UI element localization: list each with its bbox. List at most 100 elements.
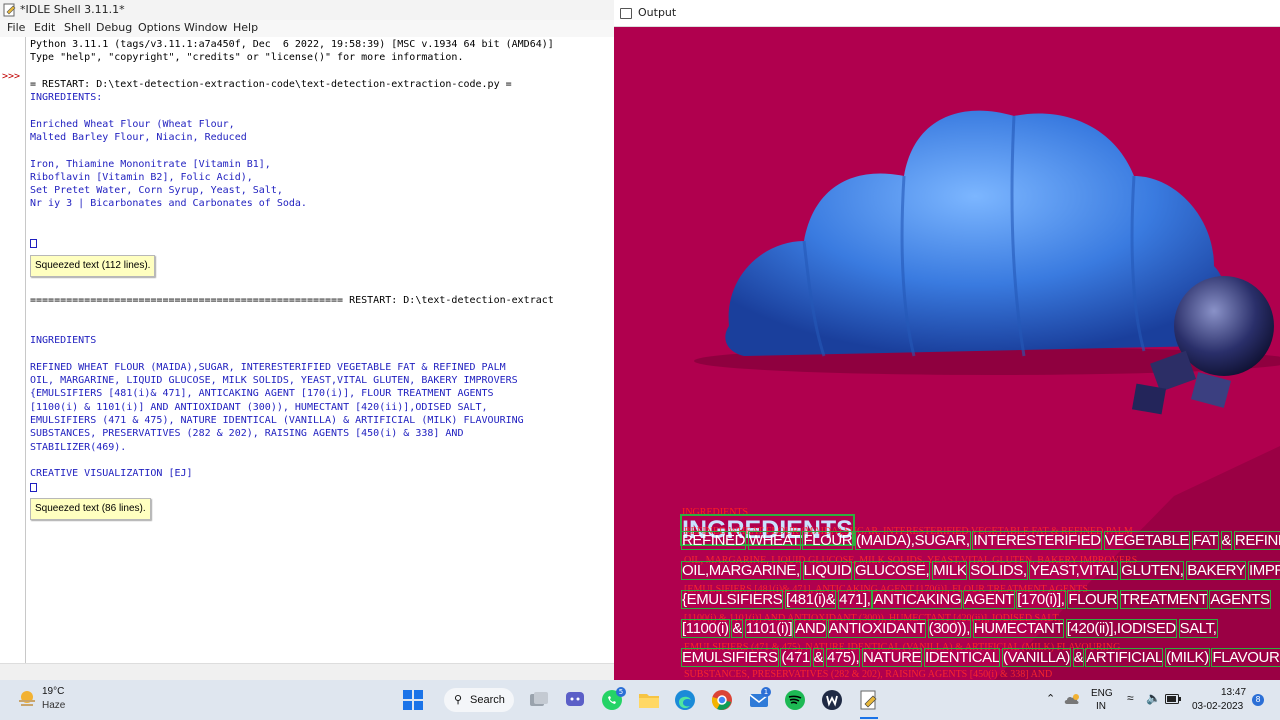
- clock-time[interactable]: 13:47: [1221, 687, 1246, 698]
- shell-output-line: REFINED WHEAT FLOUR (MAIDA),SUGAR, INTER…: [30, 362, 506, 373]
- menu-edit[interactable]: Edit: [34, 21, 55, 34]
- detected-word-box: IDENTICAL: [923, 648, 1001, 667]
- shell-output-line: INGREDIENTS: [30, 335, 97, 346]
- detected-word-box: FLOUR: [1067, 590, 1119, 609]
- detected-word-box: (300)),: [927, 619, 972, 638]
- detected-word-box: 471],: [838, 590, 872, 609]
- detected-word-box: FLOUR: [802, 531, 854, 550]
- output-window: Output INGREDIENTS INGREDIENTS REFINED W…: [614, 0, 1280, 680]
- weather-description[interactable]: Haze: [42, 700, 65, 711]
- clock-date[interactable]: 03-02-2023: [1192, 701, 1243, 712]
- output-window-title: Output: [638, 6, 677, 19]
- shell-line: ========================================…: [30, 295, 554, 306]
- weather-haze-icon[interactable]: [16, 688, 38, 710]
- shell-line: Type "help", "copyright", "credits" or "…: [30, 52, 464, 63]
- onedrive-icon[interactable]: [1064, 693, 1080, 707]
- detected-word-box: ARTIFICIAL: [1085, 648, 1164, 667]
- chat-icon[interactable]: [563, 688, 587, 712]
- windows-start-icon[interactable]: [401, 688, 425, 712]
- shell-output-line: Riboflavin [Vitamin B2], Folic Acid),: [30, 172, 253, 183]
- detected-word-box: MILK: [932, 561, 968, 580]
- language-region[interactable]: IN: [1096, 701, 1106, 712]
- ingredient-line: [1100(i) & 1101(i)] AND ANTIOXIDANT (300…: [681, 619, 1218, 638]
- ingredient-line: EMULSIFIERS (471 & 475), NATURE IDENTICA…: [681, 648, 1280, 667]
- search-label: Search: [470, 694, 505, 706]
- detected-word-box: INTERESTERIFIED: [972, 531, 1102, 550]
- detected-word-box: GLUCOSE,: [853, 561, 931, 580]
- edge-icon[interactable]: [673, 688, 697, 712]
- menu-shell[interactable]: Shell: [64, 21, 91, 34]
- shell-cursor-marker: [30, 239, 37, 248]
- squeezed-text-button[interactable]: Squeezed text (112 lines).: [30, 255, 156, 277]
- detected-word-box: LIQUID: [802, 561, 853, 580]
- ghost-line: SUBSTANCES, PRESERVATIVES (282 & 202), R…: [684, 669, 1053, 680]
- chevron-up-icon[interactable]: ⌃: [1046, 692, 1055, 705]
- battery-icon[interactable]: [1165, 694, 1181, 704]
- menu-window[interactable]: Window: [184, 21, 227, 34]
- detected-word-box: YEAST,VITAL: [1029, 561, 1119, 580]
- shell-output-line: Malted Barley Flour, Niacin, Reduced: [30, 132, 247, 143]
- detected-word-box: &: [731, 619, 743, 638]
- menu-file[interactable]: File: [7, 21, 25, 34]
- menu-options[interactable]: Options: [138, 21, 180, 34]
- task-view-icon[interactable]: [527, 688, 551, 712]
- detected-word-box: AGENT: [963, 590, 1015, 609]
- idle-icon[interactable]: [857, 688, 881, 712]
- idle-title-bar[interactable]: *IDLE Shell 3.11.1*: [0, 0, 614, 20]
- ingredient-line: REFINED WHEAT FLOUR (MAIDA),SUGAR, INTER…: [680, 531, 1280, 550]
- detected-word-box: &: [1072, 648, 1085, 667]
- idle-menu-bar: File Edit Shell Debug Options Window Hel…: [0, 20, 614, 37]
- file-explorer-icon[interactable]: [637, 688, 661, 712]
- language-code[interactable]: ENG: [1091, 688, 1113, 699]
- detected-word-box: OIL,MARGARINE,: [681, 561, 801, 580]
- wifi-icon[interactable]: ≈: [1127, 691, 1134, 705]
- weather-temperature[interactable]: 19°C: [42, 686, 64, 697]
- prompt-gutter: >>>: [0, 37, 26, 663]
- ingredient-line: {EMULSIFIERS [481(i)& 471], ANTICAKING A…: [680, 590, 1271, 609]
- windows-taskbar: 19°C Haze ⚲ Search 5 1 ⌃ ENG IN ≈ 🔈 13:4…: [0, 680, 1280, 720]
- detected-word-box: VEGETABLE: [1103, 531, 1191, 550]
- shell-output-line: SUBSTANCES, PRESERVATIVES (282 & 202), R…: [30, 428, 464, 439]
- menu-help[interactable]: Help: [233, 21, 258, 34]
- chrome-icon[interactable]: [710, 688, 734, 712]
- detected-word-box: &: [812, 648, 825, 667]
- detected-word-box: TREATMENT: [1119, 590, 1209, 609]
- shell-output-line: Set Pretet Water, Corn Syrup, Yeast, Sal…: [30, 185, 283, 196]
- spotify-icon[interactable]: [783, 688, 807, 712]
- shell-output-line: STABILIZER(469).: [30, 442, 127, 453]
- detected-word-box: HUMECTANT: [972, 619, 1064, 638]
- detected-word-box: SOLIDS,: [969, 561, 1028, 580]
- shell-output-line: EMULSIFIERS (471 & 475), NATURE IDENTICA…: [30, 415, 524, 426]
- detected-word-box: ANTIOXIDANT: [827, 619, 926, 638]
- output-title-bar[interactable]: Output: [614, 0, 1280, 27]
- detected-word-box: GLUTEN,: [1120, 561, 1185, 580]
- shell-output-line: CREATIVE VISUALIZATION [EJ]: [30, 468, 193, 479]
- notification-count[interactable]: 8: [1252, 694, 1264, 706]
- detected-word-box: 475),: [826, 648, 861, 667]
- horizontal-scrollbar[interactable]: [0, 663, 614, 681]
- shell-cursor-marker: [30, 483, 37, 492]
- menu-debug[interactable]: Debug: [96, 21, 132, 34]
- word-icon[interactable]: [820, 688, 844, 712]
- squeezed-text-button[interactable]: Squeezed text (86 lines).: [30, 498, 151, 520]
- whatsapp-badge: 5: [616, 687, 626, 697]
- shell-line: Python 3.11.1 (tags/v3.11.1:a7a450f, Dec…: [30, 39, 554, 50]
- shell-text-area[interactable]: Python 3.11.1 (tags/v3.11.1:a7a450f, Dec…: [30, 37, 614, 663]
- detected-word-box: FAT: [1191, 531, 1219, 550]
- taskbar-search-button[interactable]: ⚲ Search: [444, 688, 514, 712]
- detected-word-box: IMPROVERS: [1247, 561, 1280, 580]
- output-image: INGREDIENTS INGREDIENTS REFINED WHEAT FL…: [614, 26, 1280, 680]
- detected-word-box: REFINED: [1233, 531, 1280, 550]
- detected-word-box: (MILK): [1165, 648, 1210, 667]
- speaker-icon[interactable]: 🔈: [1146, 691, 1161, 705]
- detected-word-box: ANTICAKING: [872, 590, 963, 609]
- shell-line: = RESTART: D:\text-detection-extraction-…: [30, 79, 512, 90]
- detected-word-box: &: [1220, 531, 1233, 550]
- croissant-artwork: [694, 110, 1280, 680]
- shell-output-line: {EMULSIFIERS [481(i)& 471], ANTICAKING A…: [30, 388, 494, 399]
- detected-word-box: AGENTS: [1209, 590, 1271, 609]
- detected-word-box: {EMULSIFIERS: [680, 590, 784, 609]
- shell-output-line: INGREDIENTS:: [30, 92, 103, 103]
- detected-word-box: (MAIDA),SUGAR,: [855, 531, 971, 550]
- shell-output-line: Iron, Thiamine Mononitrate [Vitamin B1],: [30, 159, 271, 170]
